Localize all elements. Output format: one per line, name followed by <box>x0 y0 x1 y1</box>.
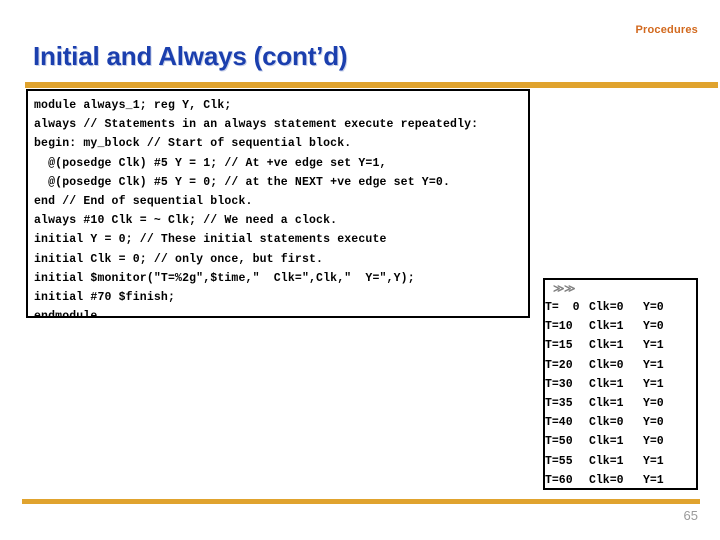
table-row: T=60 Clk=0 Y=1 <box>545 471 683 488</box>
table-row: T=30 Clk=1 Y=1 <box>545 375 683 394</box>
code-line: @(posedge Clk) #5 Y = 0; // at the NEXT … <box>34 175 451 189</box>
output-cell-y: Y=1 <box>643 377 664 391</box>
output-cell-y: Y=0 <box>643 301 664 314</box>
output-cell-y: Y=1 <box>643 339 664 353</box>
output-cell-y: Y=1 <box>643 454 664 468</box>
page-number: 65 <box>683 508 698 523</box>
table-row: T=40 Clk=0 Y=0 <box>545 413 683 432</box>
output-cell-t: T=15 <box>545 339 573 353</box>
output-cell-y: Y=0 <box>643 416 664 430</box>
table-row: T=15 Clk=1 Y=1 <box>545 336 683 355</box>
output-cell-clk: Clk=0 <box>589 301 624 314</box>
code-listing: module always_1; reg Y, Clk; always // St… <box>28 91 528 318</box>
output-cell-t: T=60 <box>545 473 573 487</box>
output-cell-clk: Clk=1 <box>589 339 624 353</box>
output-cell-clk: Clk=1 <box>589 397 624 411</box>
output-cell-t: T=40 <box>545 416 573 430</box>
output-cell-y: Y=1 <box>643 473 664 487</box>
code-line: begin: my_block // Start of sequential b… <box>34 137 352 151</box>
output-cell-t: T=10 <box>545 320 573 334</box>
output-cell-t: T=35 <box>545 397 573 411</box>
table-row: T=20 Clk=0 Y=1 <box>545 356 683 375</box>
code-line: end // End of sequential block. <box>34 194 253 208</box>
code-panel: module always_1; reg Y, Clk; always // St… <box>26 89 530 318</box>
code-line: initial Y = 0; // These initial statemen… <box>34 233 387 247</box>
code-line: endmodule <box>34 310 98 318</box>
output-cell-y: Y=0 <box>643 320 664 334</box>
table-row: T=50 Clk=1 Y=0 <box>545 432 683 451</box>
output-cell-clk: Clk=1 <box>589 454 624 468</box>
section-label: Procedures <box>635 24 698 36</box>
output-cell-clk: Clk=0 <box>589 358 624 372</box>
page-title: Initial and Always (cont’d) <box>33 41 348 71</box>
code-line: initial Clk = 0; // only once, but first… <box>34 252 324 266</box>
table-row: T= 0 Clk=0 Y=0 <box>545 298 683 317</box>
title-divider-rule <box>25 82 718 88</box>
output-cell-clk: Clk=0 <box>589 473 624 487</box>
output-cell-clk: Clk=1 <box>589 435 624 449</box>
output-cell-clk: Clk=1 <box>589 320 624 334</box>
output-cell-t: T=50 <box>545 435 573 449</box>
code-line: module always_1; reg Y, Clk; <box>34 99 232 112</box>
output-cell-y: Y=1 <box>643 358 664 372</box>
output-cell-t: T= 0 <box>545 301 580 314</box>
output-cell-t: T=55 <box>545 454 573 468</box>
output-cell-t: T=20 <box>545 358 573 372</box>
code-line: @(posedge Clk) #5 Y = 1; // At +ve edge … <box>34 156 387 170</box>
simulation-output-panel: ≫≫ T= 0 Clk=0 Y=0 T=10 Clk=1 Y=0 T=15 Clk=1 Y=1 T… <box>543 278 698 490</box>
footer-divider-rule <box>22 499 700 504</box>
output-cell-clk: Clk=1 <box>589 377 624 391</box>
output-cell-y: Y=0 <box>643 435 664 449</box>
simulation-output-table: T= 0 Clk=0 Y=0 T=10 Clk=1 Y=0 T=15 Clk=1 Y=1 T=20… <box>545 298 683 488</box>
code-line: initial #70 $finish; <box>34 290 176 304</box>
output-cell-y: Y=0 <box>643 397 664 411</box>
code-line: always #10 Clk = ~ Clk; // We need a clo… <box>34 214 338 228</box>
table-row: T=35 Clk=1 Y=0 <box>545 394 683 413</box>
code-line: initial $monitor("T=%2g",$time," Clk=",C… <box>34 271 415 285</box>
table-row: T=55 Clk=1 Y=1 <box>545 452 683 471</box>
table-row: T=10 Clk=1 Y=0 <box>545 317 683 336</box>
output-cell-clk: Clk=0 <box>589 416 624 430</box>
output-prompt-marker: ≫≫ <box>553 284 576 296</box>
code-line: always // Statements in an always statem… <box>34 118 479 132</box>
output-cell-t: T=30 <box>545 377 573 391</box>
slide-canvas: Procedures Initial and Always (cont’d) m… <box>0 0 720 540</box>
